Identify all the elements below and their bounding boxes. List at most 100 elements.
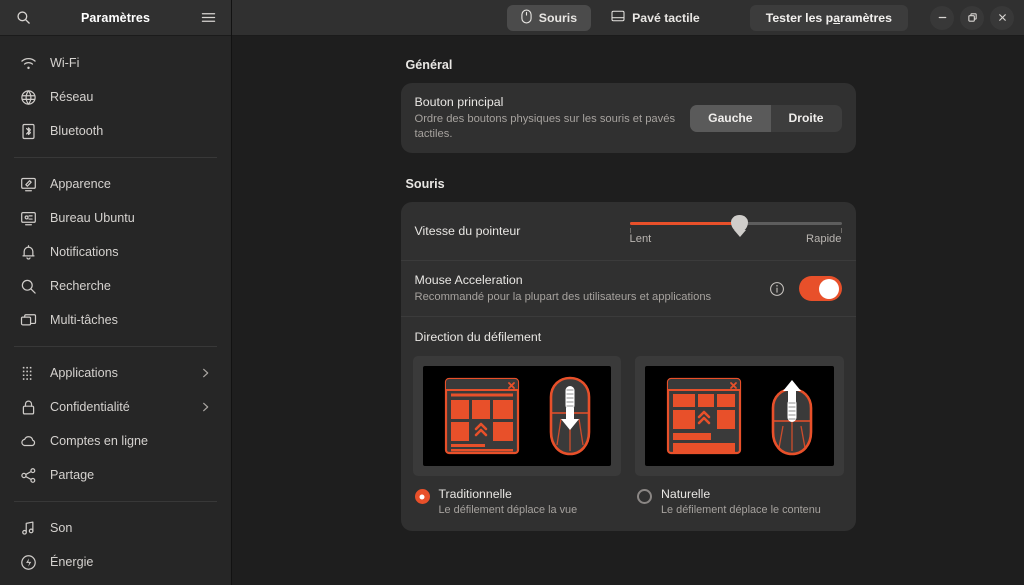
radio-option-traditionnelle[interactable]: Traditionnelle Le défilement déplace la … — [413, 476, 622, 518]
pointer-speed-title: Vitesse du pointeur — [414, 224, 521, 238]
sidebar-item-label: Multi-tâches — [50, 313, 118, 327]
sidebar-item-label: Notifications — [50, 245, 119, 259]
sidebar-item-comptes-en-ligne[interactable]: Comptes en ligne — [8, 424, 223, 458]
scroll-direction-thumbnails — [401, 344, 856, 476]
chevron-right-icon — [200, 368, 211, 379]
sidebar-item-applications[interactable]: Applications — [8, 356, 223, 390]
search-icon — [18, 276, 38, 296]
sidebar-item-son[interactable]: Son — [8, 511, 223, 545]
scroll-direction-title: Direction du défilement — [414, 330, 542, 344]
segment-gauche[interactable]: Gauche — [690, 104, 771, 132]
sidebar-item-nergie[interactable]: Énergie — [8, 545, 223, 579]
settings-window: Paramètres Wi-Fi Réseau Bluetooth Apparence… — [0, 0, 1024, 585]
sidebar-item-label: Bureau Ubuntu — [50, 211, 135, 225]
sidebar-item-recherche[interactable]: Recherche — [8, 269, 223, 303]
slider-max-label: Rapide — [806, 233, 842, 245]
sidebar-nav-list: Wi-Fi Réseau Bluetooth Apparence Bureau Ubun… — [0, 36, 231, 585]
sidebar-item-label: Réseau — [50, 90, 94, 104]
device-tabs: Souris Pavé tactile — [506, 4, 714, 31]
sidebar-item-confidentialit[interactable]: Confidentialité — [8, 390, 223, 424]
primary-button-segmented: Gauche Droite — [690, 104, 842, 132]
sidebar-item-crans[interactable]: Écrans — [8, 579, 223, 585]
radio-traditionnelle[interactable] — [414, 489, 430, 504]
sidebar-separator — [14, 346, 217, 347]
traditional-window-graphic — [444, 377, 519, 455]
traditional-scroll-illustration[interactable] — [412, 356, 621, 476]
close-button[interactable] — [990, 5, 1014, 30]
sidebar-item-bureau-ubuntu[interactable]: Bureau Ubuntu — [8, 201, 223, 235]
multitasking-icon — [18, 310, 38, 330]
radio-naturelle-description: Le défilement déplace le contenu — [661, 504, 821, 516]
general-card: Bouton principal Ordre des boutons physi… — [400, 83, 856, 153]
share-icon — [18, 465, 38, 485]
sidebar-item-notifications[interactable]: Notifications — [8, 235, 223, 269]
window-controls — [930, 5, 1014, 30]
hamburger-menu-icon[interactable] — [197, 7, 219, 29]
primary-button-subtitle: Ordre des boutons physiques sur les sour… — [414, 113, 676, 140]
natural-scroll-illustration[interactable] — [635, 356, 844, 476]
scroll-direction-options: Traditionnelle Le défilement déplace la … — [401, 476, 856, 531]
sidebar-item-label: Wi-Fi — [50, 56, 80, 70]
radio-naturelle-label: Naturelle — [661, 487, 711, 501]
natural-window-graphic — [667, 377, 742, 455]
mouse-card: Vitesse du pointeur Lent Rapide Mouse Ac… — [400, 202, 856, 531]
test-settings-suffix: ramètres — [840, 10, 892, 25]
sidebar-item-label: Apparence — [50, 177, 111, 191]
sidebar-item-label: Énergie — [50, 555, 94, 569]
radio-naturelle[interactable] — [637, 489, 652, 504]
mouse-icon — [521, 9, 532, 27]
radio-option-naturelle[interactable]: Naturelle Le défilement déplace le conte… — [635, 476, 844, 518]
sidebar-header: Paramètres — [0, 0, 231, 36]
bluetooth-icon — [18, 121, 38, 141]
test-settings-mnemonic: a — [833, 10, 841, 25]
sidebar-item-wi-fi[interactable]: Wi-Fi — [8, 46, 223, 80]
titlebar: Souris Pavé tactile Tester les p a ramètre… — [232, 0, 1024, 36]
apps-grid-icon — [18, 363, 38, 383]
sidebar-item-r-seau[interactable]: Réseau — [8, 80, 223, 114]
scroll-direction-row: Direction du défilement Traditionnelle L… — [400, 316, 856, 531]
touchpad-icon — [611, 10, 625, 25]
sidebar-item-partage[interactable]: Partage — [8, 458, 223, 492]
wifi-icon — [18, 53, 38, 73]
sidebar-item-label: Confidentialité — [50, 400, 130, 414]
sidebar-item-bluetooth[interactable]: Bluetooth — [8, 114, 223, 148]
sidebar-item-label: Son — [50, 521, 73, 535]
sidebar-item-apparence[interactable]: Apparence — [8, 167, 223, 201]
tab-pave-tactile[interactable]: Pavé tactile — [597, 5, 714, 31]
ubuntu-desktop-icon — [18, 208, 38, 228]
slider-handle[interactable] — [731, 215, 749, 232]
mouse-acceleration-row: Mouse Acceleration Recommandé pour la pl… — [400, 260, 856, 316]
network-icon — [18, 87, 38, 107]
natural-mouse-graphic — [771, 380, 813, 456]
sidebar-item-label: Comptes en ligne — [50, 434, 149, 448]
settings-content: Général Bouton principal Ordre des bouto… — [232, 36, 1024, 585]
minimize-button[interactable] — [930, 5, 954, 30]
tab-souris[interactable]: Souris — [506, 4, 592, 31]
sidebar-item-label: Bluetooth — [50, 124, 104, 138]
section-title-souris: Souris — [405, 177, 445, 191]
bell-icon — [18, 242, 38, 262]
segment-droite[interactable]: Droite — [771, 105, 842, 132]
slider-min-label: Lent — [629, 233, 652, 245]
test-settings-button[interactable]: Tester les p a ramètres — [749, 4, 908, 31]
primary-button-row: Bouton principal Ordre des boutons physi… — [401, 83, 856, 153]
radio-traditionnelle-label: Traditionnelle — [438, 487, 512, 501]
radio-traditionnelle-description: Le défilement déplace la vue — [438, 504, 578, 516]
tab-souris-label: Souris — [538, 10, 578, 25]
test-settings-prefix: Tester les p — [765, 10, 834, 25]
pointer-speed-row: Vitesse du pointeur Lent Rapide — [401, 202, 856, 260]
info-icon[interactable] — [769, 281, 785, 297]
cloud-icon — [18, 431, 38, 451]
sidebar-separator — [14, 157, 217, 158]
sidebar-item-multi-t-ches[interactable]: Multi-tâches — [8, 303, 223, 337]
slider-fill — [629, 222, 740, 225]
pointer-speed-slider[interactable]: Lent Rapide — [629, 213, 842, 249]
toggle-knob — [819, 278, 839, 299]
main-area: Souris Pavé tactile Tester les p a ramètre… — [232, 0, 1024, 585]
maximize-button[interactable] — [960, 5, 984, 30]
search-icon[interactable] — [12, 7, 34, 29]
sound-icon — [18, 518, 38, 538]
mouse-acceleration-toggle[interactable] — [798, 276, 842, 301]
sidebar-title: Paramètres — [80, 10, 151, 25]
tab-pave-tactile-label: Pavé tactile — [632, 10, 700, 25]
